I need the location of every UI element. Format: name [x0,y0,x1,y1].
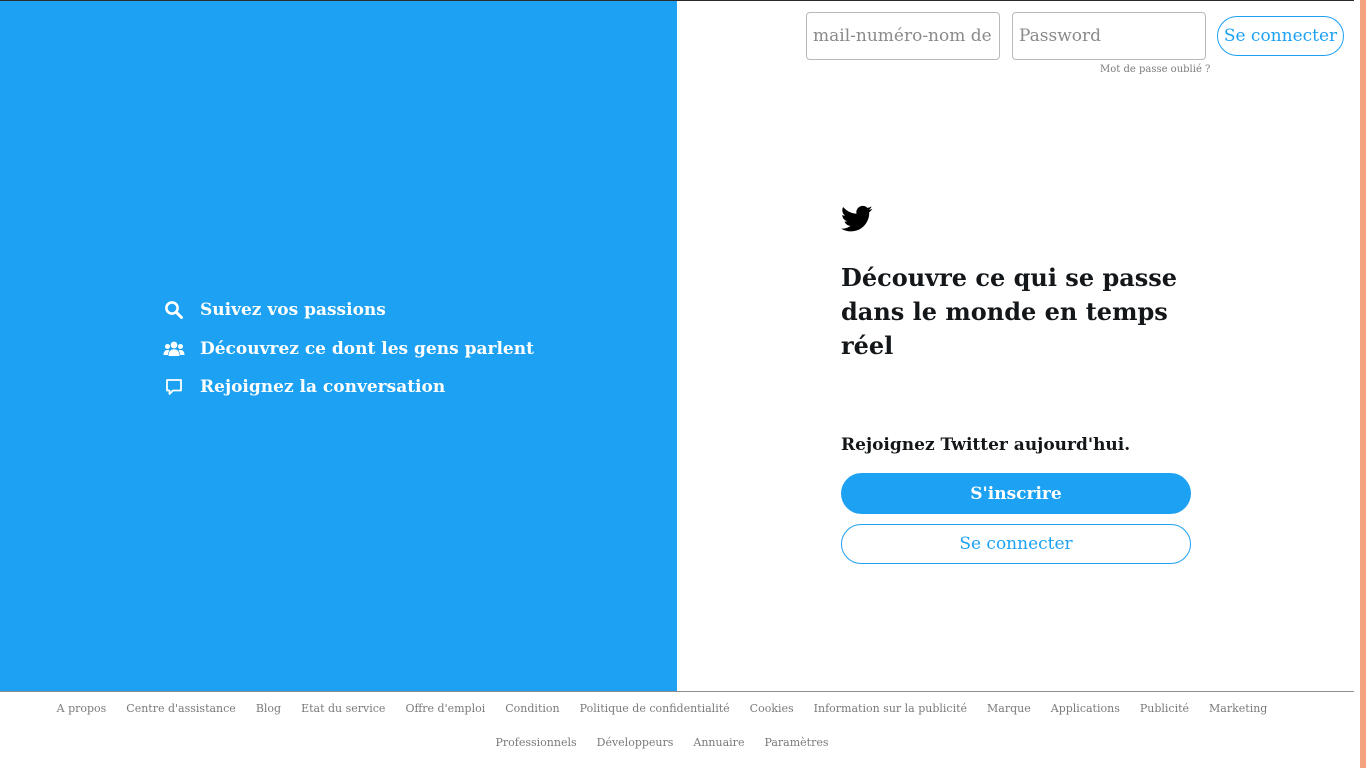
forgot-password-link[interactable]: Mot de passe oublié ? [1100,64,1210,75]
footer: A propos Centre d'assistance Blog Etat d… [0,692,1354,768]
footer-link-apps[interactable]: Applications [1041,702,1130,715]
footer-row: A propos Centre d'assistance Blog Etat d… [0,702,1324,715]
chat-bubble-icon [163,376,185,398]
left-panel: Suivez vos passions Découvrez ce dont le… [0,1,677,691]
footer-link-businesses[interactable]: Professionnels [485,736,586,749]
password-field[interactable] [1012,12,1206,60]
footer-link-developers[interactable]: Développeurs [587,736,684,749]
feature-join-conversation: Rejoignez la conversation [163,368,534,407]
login-button[interactable]: Se connecter [1217,16,1344,56]
feature-discover-topics: Découvrez ce dont les gens parlent [163,330,534,369]
footer-link-marketing[interactable]: Marketing [1199,702,1277,715]
people-icon [163,338,185,360]
footer-link-directory[interactable]: Annuaire [683,736,754,749]
feature-list: Suivez vos passions Découvrez ce dont le… [163,291,534,407]
footer-link-advertising[interactable]: Publicité [1130,702,1199,715]
feature-label: Découvrez ce dont les gens parlent [200,338,534,359]
feature-follow-passions: Suivez vos passions [163,291,534,330]
footer-link-ads-info[interactable]: Information sur la publicité [804,702,977,715]
email-field[interactable] [806,12,1000,60]
footer-link-cookies[interactable]: Cookies [740,702,804,715]
twitter-bird-icon [840,205,873,237]
footer-link-settings[interactable]: Paramètres [754,736,838,749]
feature-label: Suivez vos passions [200,300,386,321]
footer-link-privacy[interactable]: Politique de confidentialité [570,702,740,715]
search-icon [163,299,185,321]
footer-link-terms[interactable]: Condition [495,702,569,715]
footer-row: Professionnels Développeurs Annuaire Par… [0,736,1324,749]
footer-link-brand[interactable]: Marque [977,702,1041,715]
footer-link-jobs[interactable]: Offre d'emploi [395,702,495,715]
footer-link-blog[interactable]: Blog [246,702,291,715]
footer-link-about[interactable]: A propos [47,702,117,715]
join-text: Rejoignez Twitter aujourd'hui. [841,435,1131,455]
feature-label: Rejoignez la conversation [200,377,446,398]
footer-link-help-center[interactable]: Centre d'assistance [116,702,246,715]
headline: Découvre ce qui se passe dans le monde e… [841,263,1178,360]
window-edge-accent [1360,0,1366,768]
main-login-button[interactable]: Se connecter [841,524,1191,564]
signup-button[interactable]: S'inscrire [841,473,1191,514]
signup-block: Découvre ce qui se passe dans le monde e… [840,205,1191,564]
footer-link-status[interactable]: Etat du service [291,702,395,715]
